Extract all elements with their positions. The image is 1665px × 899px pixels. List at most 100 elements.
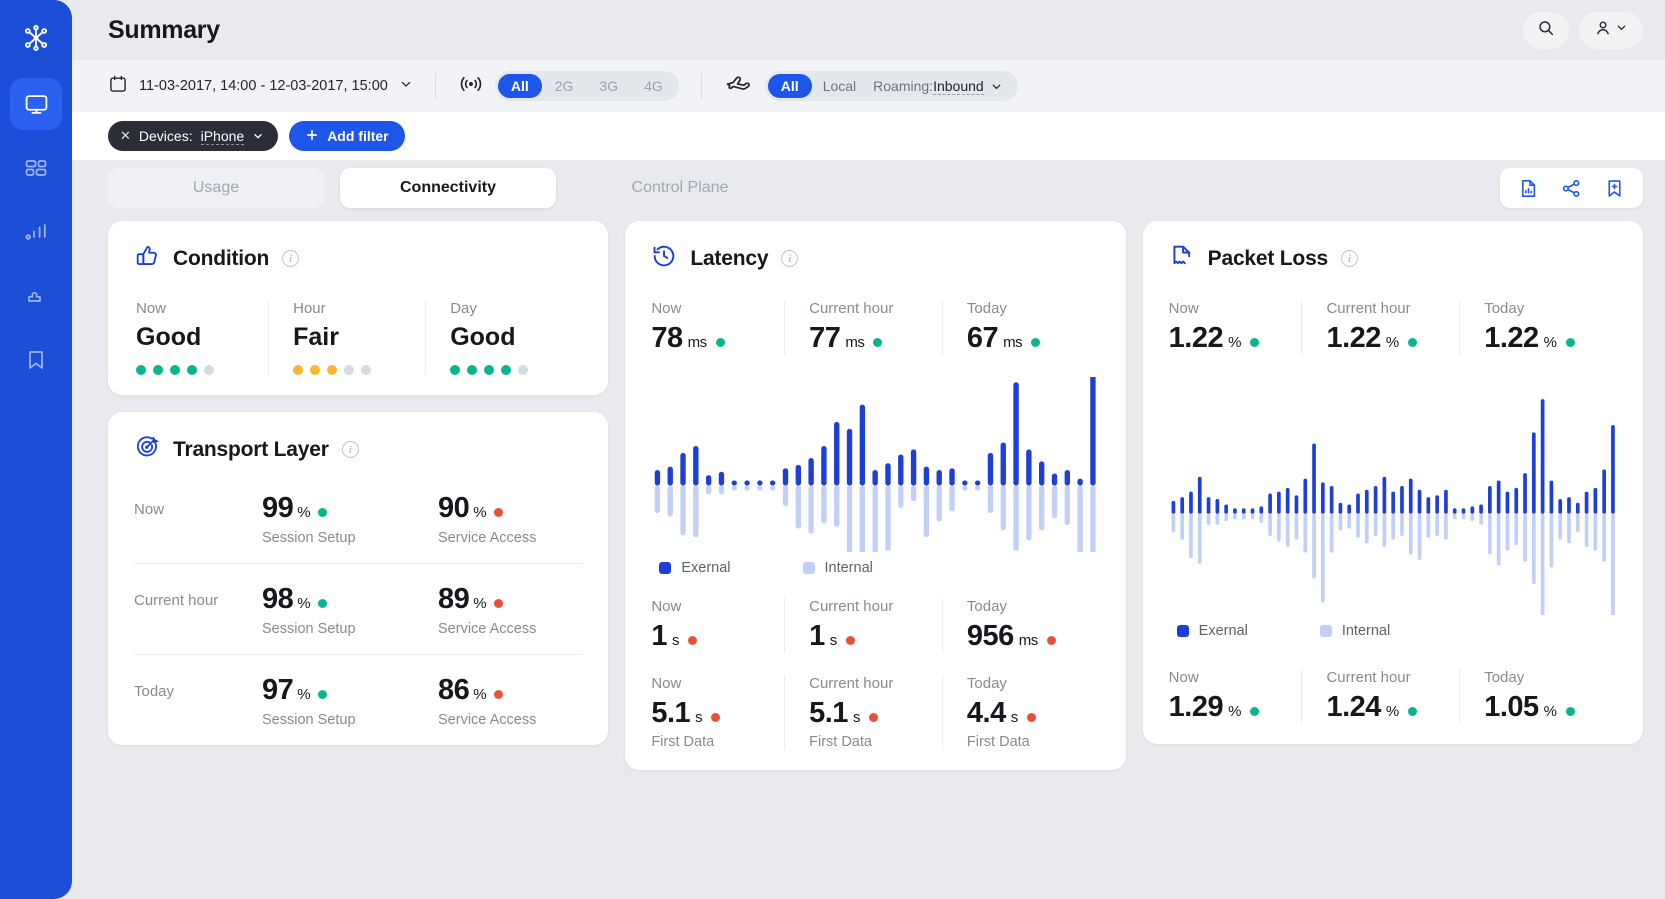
tab-control-plane[interactable]: Control Plane (572, 168, 788, 208)
status-dot (687, 636, 697, 645)
sidebar-item-monitoring[interactable] (10, 78, 62, 130)
condition-cell-day: Day Good (425, 300, 582, 375)
packet-loss-legend: Exernal Internal (1176, 623, 1617, 639)
stat-value: 5.1 (809, 697, 848, 729)
stat-value: 1.22 (1168, 322, 1224, 354)
status-dot (1249, 338, 1259, 347)
share-icon[interactable] (1561, 178, 1582, 199)
table-row: Today 97 % Session Setup 86 % Service Ac… (134, 654, 583, 745)
metric-value: 99 (262, 492, 294, 524)
roaming-value[interactable]: Inbound (933, 78, 984, 95)
roaming-option-all[interactable]: All (767, 74, 812, 98)
roaming-label: Roaming: (873, 78, 934, 94)
condition-rating-dots (450, 365, 582, 375)
stat-current-hour: Current hour 1 s (784, 598, 942, 653)
sidebar-item-logo[interactable] (10, 12, 62, 64)
info-icon[interactable]: i (781, 250, 799, 267)
metric-sublabel: Session Setup (262, 621, 356, 637)
status-dot (1031, 338, 1041, 347)
clock-history-icon (651, 243, 677, 274)
tab-bar: Usage Connectivity Control Plane (72, 160, 1665, 216)
sidebar-item-saved[interactable] (10, 334, 62, 386)
stat-unit: s (695, 709, 703, 726)
bookmark-add-icon[interactable] (1604, 178, 1625, 199)
status-dot (494, 508, 504, 517)
network-option-3g[interactable]: 3G (586, 74, 631, 98)
tab-usage[interactable]: Usage (108, 168, 324, 208)
status-dot (1565, 707, 1575, 716)
stat-label: Current hour (1326, 669, 1411, 686)
puzzle-icon (24, 284, 48, 308)
card-header: Latency i (651, 243, 1099, 274)
status-dot (1407, 707, 1417, 716)
condition-rating-dots (136, 365, 268, 375)
legend-item-internal: Internal (1319, 623, 1390, 639)
network-filter-group: All 2G 3G 4G (458, 71, 679, 101)
stat-value: 78 (651, 322, 683, 354)
condition-card: Condition i Now Good Hour Fair Day Good (108, 221, 609, 395)
legend-swatch (1176, 625, 1189, 637)
tab-connectivity[interactable]: Connectivity (340, 168, 556, 208)
metric-session-setup: 97 % Session Setup (262, 674, 438, 728)
stat-value: 1.22 (1326, 322, 1381, 354)
dashboard-content: Condition i Now Good Hour Fair Day Good … (72, 216, 1665, 899)
stat-unit: % (1543, 334, 1557, 351)
info-icon[interactable]: i (282, 250, 300, 267)
chevron-down-icon[interactable] (984, 80, 1015, 93)
metric-unit: % (473, 686, 487, 703)
stat-sublabel: First Data (651, 734, 715, 750)
stat-value: 4.4 (966, 697, 1006, 729)
thumbs-up-icon (134, 243, 160, 274)
network-option-4g[interactable]: 4G (631, 74, 676, 98)
plus-icon (305, 128, 319, 145)
metric-service-access: 89 % Service Access (438, 583, 614, 637)
legend-label: Internal (824, 560, 873, 576)
stat-today: Today 1.05 % (1459, 669, 1617, 724)
info-icon[interactable]: i (341, 441, 359, 458)
legend-swatch (659, 562, 672, 574)
chevron-down-icon[interactable] (252, 130, 264, 142)
column-right: Packet Loss i Now 1.22 % Current hour 1.… (1142, 221, 1643, 899)
stat-unit: ms (1003, 334, 1023, 351)
status-dot (715, 338, 725, 347)
sidebar-item-dashboards[interactable] (10, 142, 62, 194)
stat-label: Today (966, 598, 1007, 615)
close-x-icon[interactable]: ✕ (120, 128, 131, 144)
condition-cell-hour: Hour Fair (268, 300, 425, 375)
legend-item-external: Exernal (1176, 623, 1248, 639)
filter-chip-label: Devices: (138, 128, 193, 144)
status-dot (845, 636, 855, 645)
sidebar-item-analytics[interactable] (10, 206, 62, 258)
filter-chip-value[interactable]: iPhone (200, 128, 245, 145)
condition-label: Now (136, 300, 167, 317)
filter-chip-devices[interactable]: ✕ Devices: iPhone (108, 121, 279, 151)
add-filter-button[interactable]: Add filter (289, 121, 405, 151)
metric-value: 97 (262, 674, 294, 706)
status-dot (1565, 338, 1575, 347)
sidebar-item-integrations[interactable] (10, 270, 62, 322)
roaming-option-local[interactable]: Local (812, 78, 867, 94)
metric-sublabel: Session Setup (262, 530, 356, 546)
packet-loss-chart (1169, 385, 1617, 615)
metric-value: 86 (438, 674, 470, 706)
latency-top-stats: Now 78 ms Current hour 77 ms Today 67 ms (651, 300, 1099, 355)
active-filters-row: ✕ Devices: iPhone Add filter (72, 112, 1665, 160)
stat-label: Today (966, 300, 1007, 317)
metric-sublabel: Service Access (438, 712, 537, 728)
card-title: Transport Layer (173, 437, 329, 461)
airplane-icon (724, 72, 754, 101)
stat-unit: ms (845, 334, 865, 351)
network-option-2g[interactable]: 2G (542, 74, 587, 98)
search-button[interactable] (1523, 11, 1569, 49)
user-icon (1594, 19, 1612, 42)
info-icon[interactable]: i (1341, 250, 1359, 267)
date-range-picker[interactable]: 11-03-2017, 14:00 - 12-03-2017, 15:00 (108, 74, 413, 98)
condition-label: Day (450, 300, 477, 317)
user-menu-button[interactable] (1579, 11, 1643, 49)
condition-cell-now: Now Good (134, 300, 268, 375)
stat-value: 77 (809, 322, 841, 354)
legend-swatch (1319, 625, 1332, 637)
stat-value: 1.24 (1326, 691, 1381, 723)
network-option-all[interactable]: All (497, 74, 542, 98)
report-document-icon[interactable] (1518, 178, 1539, 199)
